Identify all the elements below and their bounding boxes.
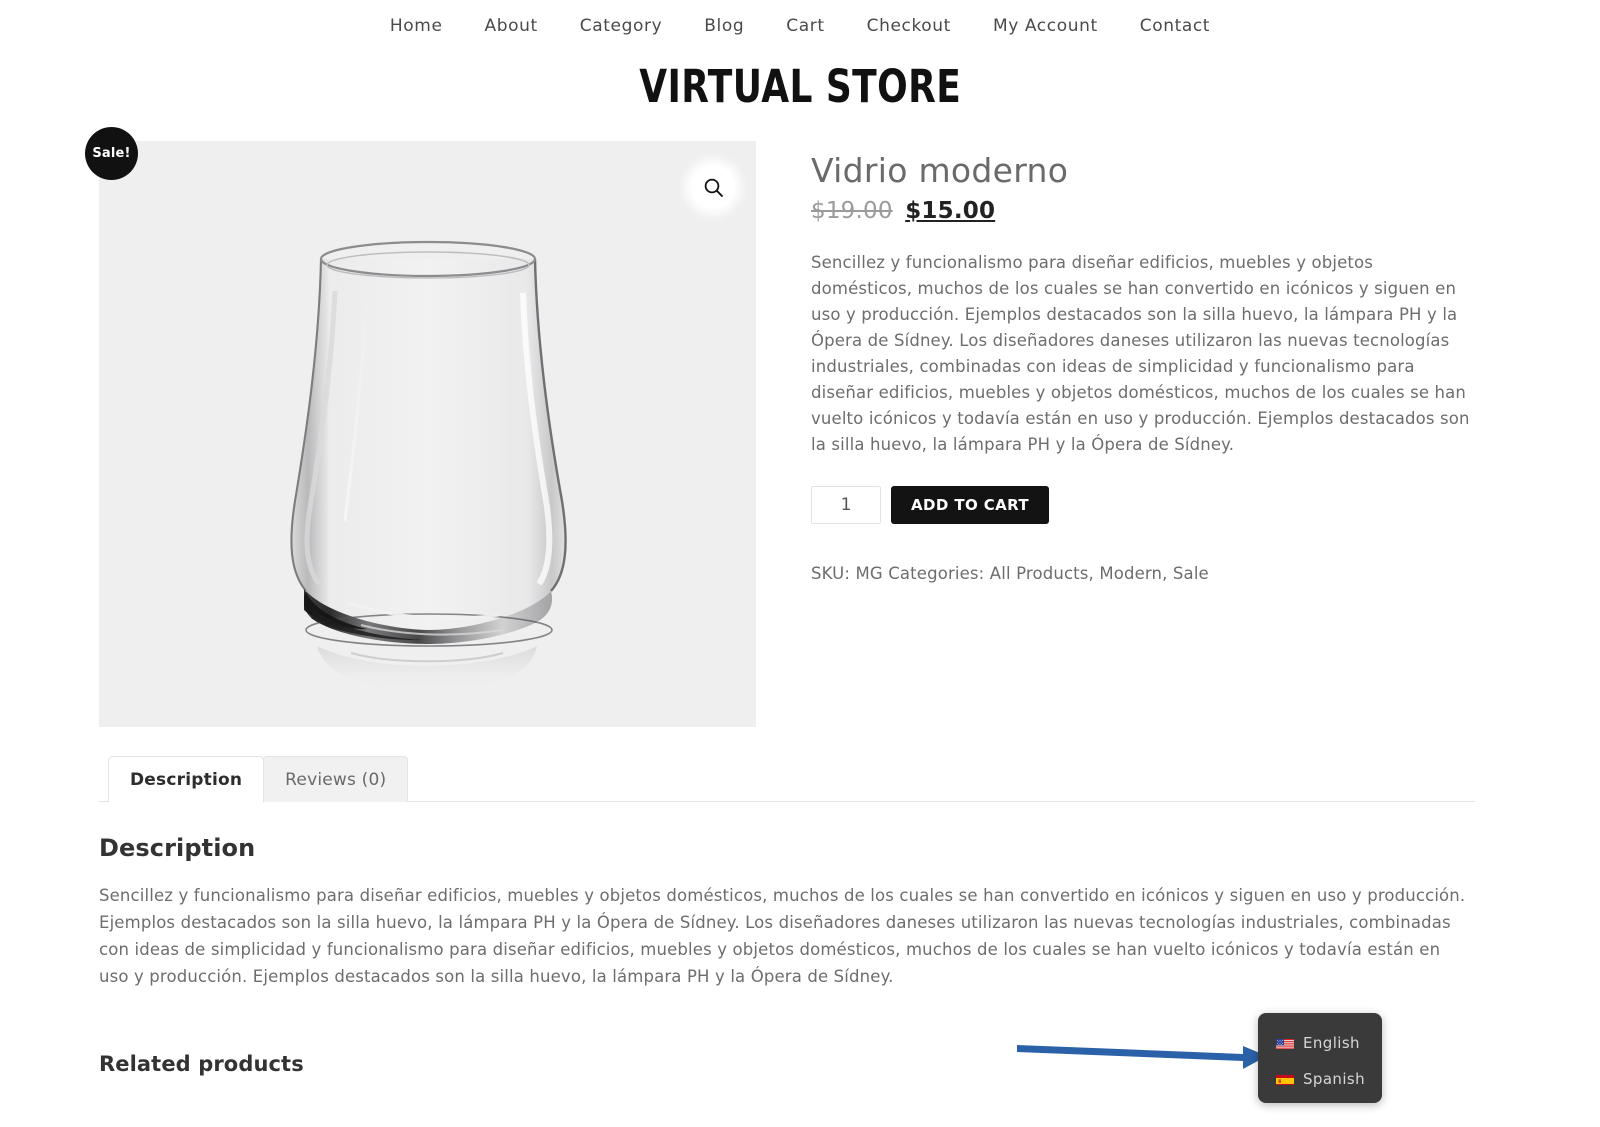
language-option-english[interactable]: English	[1258, 1025, 1382, 1061]
language-option-english-label: English	[1303, 1034, 1360, 1052]
product-title: Vidrio moderno	[811, 151, 1069, 190]
product-summary-section: Sale! Vidrio moderno $19.00 $15.00 Senci…	[0, 127, 1600, 727]
product-image-frame[interactable]	[99, 141, 756, 727]
product-short-description: Sencillez y funcionalismo para diseñar e…	[811, 253, 1470, 454]
sale-price: $15.00	[905, 198, 996, 224]
tab-panel-description: Description Sencillez y funcionalismo pa…	[0, 834, 1600, 990]
nav-item-category[interactable]: Category	[559, 16, 683, 36]
product-image	[290, 240, 567, 692]
product-meta: SKU: MG Categories: All Products, Modern…	[811, 564, 1475, 583]
site-logo[interactable]: VIRTUAL STORE	[639, 60, 961, 113]
categories-value[interactable]: All Products, Modern, Sale	[990, 564, 1209, 583]
quantity-input[interactable]	[811, 486, 881, 524]
language-option-spanish[interactable]: Spanish	[1258, 1061, 1382, 1097]
price-row: $19.00 $15.00	[811, 198, 1475, 224]
categories-label: Categories:	[888, 564, 985, 583]
product-gallery: Sale!	[85, 127, 756, 727]
nav-item-about[interactable]: About	[464, 16, 559, 36]
nav-item-home[interactable]: Home	[369, 16, 464, 36]
nav-item-checkout[interactable]: Checkout	[846, 16, 972, 36]
add-to-cart-button[interactable]: ADD TO CART	[891, 486, 1050, 524]
nav-item-contact[interactable]: Contact	[1119, 16, 1231, 36]
language-switcher[interactable]: English Spanish	[1258, 1013, 1382, 1103]
product-details: Vidrio moderno $19.00 $15.00 Sencillez y…	[756, 141, 1475, 583]
original-price: $19.00	[811, 198, 893, 224]
description-heading: Description	[99, 834, 256, 862]
nav-item-my-account[interactable]: My Account	[972, 16, 1119, 36]
description-body: Sencillez y funcionalismo para diseñar e…	[99, 886, 1466, 986]
tab-description[interactable]: Description	[108, 756, 265, 802]
product-tabs: Description Reviews (0)	[0, 755, 1600, 802]
language-option-spanish-label: Spanish	[1303, 1070, 1366, 1088]
flag-es-icon	[1276, 1073, 1294, 1085]
search-icon	[704, 178, 723, 197]
nav-item-cart[interactable]: Cart	[765, 16, 845, 36]
sku-value: MG	[855, 564, 883, 583]
tab-list: Description Reviews (0)	[99, 755, 1475, 802]
flag-us-icon	[1276, 1037, 1294, 1049]
tab-reviews[interactable]: Reviews (0)	[263, 756, 409, 802]
zoom-image-button[interactable]	[691, 165, 735, 209]
primary-navigation: Home About Category Blog Cart Checkout M…	[0, 0, 1600, 52]
site-header: VIRTUAL STORE	[0, 52, 1600, 113]
sale-badge: Sale!	[85, 127, 138, 180]
add-to-cart-form: ADD TO CART	[811, 486, 1475, 524]
nav-item-blog[interactable]: Blog	[683, 16, 765, 36]
sku-label: SKU:	[811, 564, 851, 583]
